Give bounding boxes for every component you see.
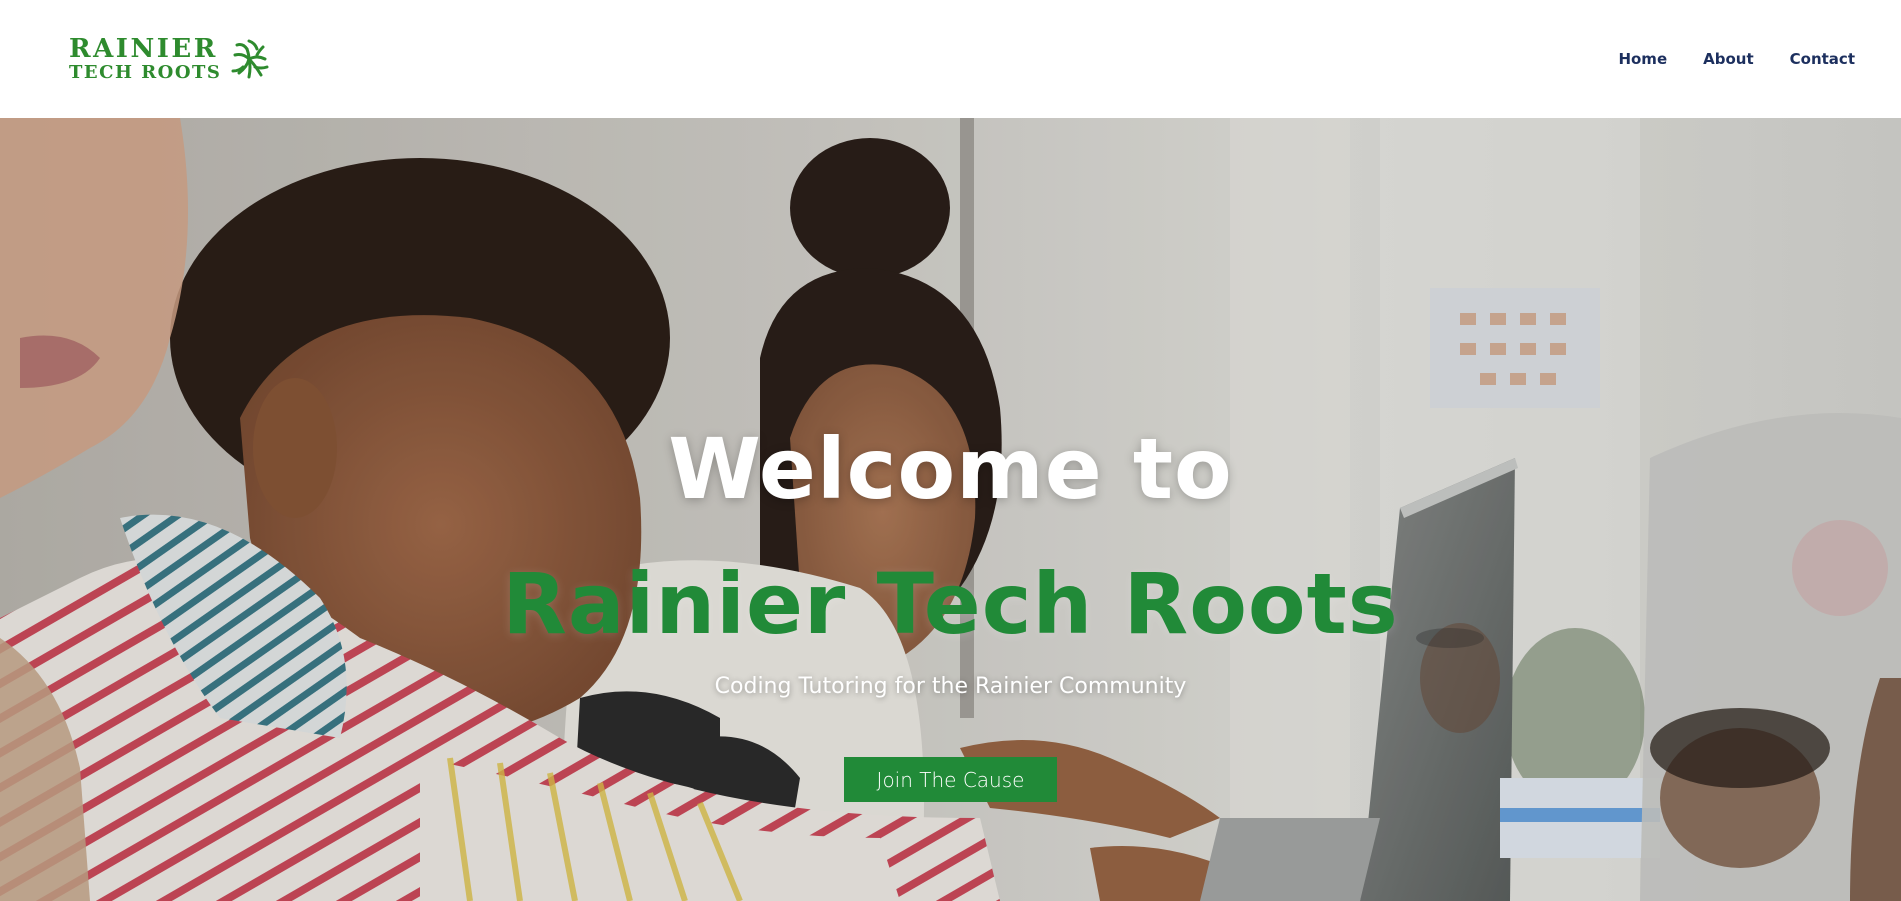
logo-line-1: RAINIER [69,34,218,64]
hero-brand-heading: Rainier Tech Roots [502,555,1399,653]
site-logo[interactable]: RAINIER TECH ROOTS [69,36,271,82]
site-header: RAINIER TECH ROOTS Home About Contact [0,0,1901,118]
hero-section: Welcome to Rainier Tech Roots Coding Tut… [0,118,1901,901]
main-nav: Home About Contact [1618,50,1855,68]
hero-welcome-heading: Welcome to [668,420,1233,518]
hero-content: Welcome to Rainier Tech Roots Coding Tut… [0,118,1901,901]
logo-text: RAINIER TECH ROOTS [69,36,221,82]
nav-contact[interactable]: Contact [1790,50,1855,68]
hero-tagline: Coding Tutoring for the Rainier Communit… [714,674,1187,699]
join-the-cause-button[interactable]: Join The Cause [844,757,1057,802]
logo-line-2: TECH ROOTS [69,62,222,83]
nav-home[interactable]: Home [1618,50,1667,68]
nav-about[interactable]: About [1703,50,1754,68]
tree-roots-icon [231,39,269,79]
